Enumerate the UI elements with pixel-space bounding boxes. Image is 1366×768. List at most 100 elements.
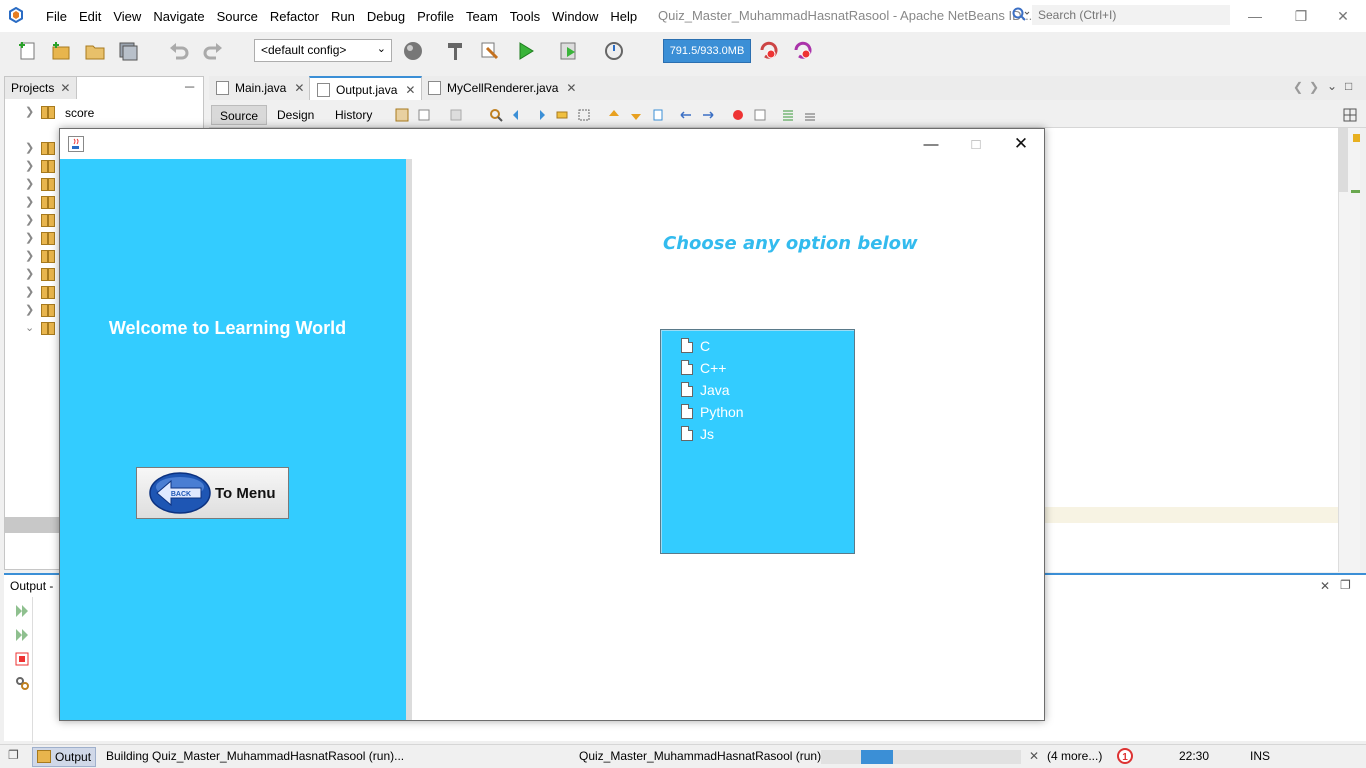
save-all-icon[interactable] bbox=[117, 40, 139, 62]
clean-build-icon[interactable] bbox=[479, 40, 501, 62]
tree-item[interactable]: ❯ score bbox=[5, 104, 205, 122]
next-bookmark-icon[interactable] bbox=[629, 108, 643, 122]
stop-icon[interactable] bbox=[14, 651, 30, 667]
svg-text:1: 1 bbox=[1122, 752, 1128, 763]
scroll-tabs-left-icon[interactable]: ❮ bbox=[1293, 80, 1303, 94]
language-list[interactable]: C C++ Java Python Js bbox=[660, 329, 855, 554]
scroll-tabs-right-icon[interactable]: ❯ bbox=[1309, 80, 1319, 94]
change-marker bbox=[1351, 190, 1360, 193]
close-icon[interactable]: ✕ bbox=[1320, 579, 1330, 593]
rect-select-icon[interactable] bbox=[577, 108, 591, 122]
forward-nav-icon[interactable] bbox=[449, 108, 463, 122]
split-editor-icon[interactable] bbox=[1343, 108, 1357, 122]
minimize-icon[interactable]: — bbox=[1232, 0, 1278, 32]
prev-bookmark-icon[interactable] bbox=[607, 108, 621, 122]
menu-window[interactable]: Window bbox=[546, 9, 604, 24]
shift-left-icon[interactable] bbox=[679, 108, 693, 122]
toggle-bookmark-icon[interactable] bbox=[651, 108, 665, 122]
editor-area[interactable] bbox=[1044, 128, 1338, 572]
tab-history[interactable]: History bbox=[327, 105, 380, 125]
config-select[interactable]: <default config> ⌄ bbox=[254, 39, 392, 62]
profiler-snapshot-icon[interactable] bbox=[792, 40, 814, 62]
find-icon[interactable] bbox=[489, 108, 503, 122]
toggle-highlight-icon[interactable] bbox=[555, 108, 569, 122]
record-macro-icon[interactable] bbox=[731, 108, 745, 122]
tab-source[interactable]: Source bbox=[211, 105, 268, 125]
package-icon bbox=[41, 196, 55, 209]
close-icon[interactable]: ✕ bbox=[294, 81, 304, 95]
tab-list-chevron-icon[interactable]: ⌄ bbox=[1327, 79, 1337, 93]
tab-design[interactable]: Design bbox=[269, 105, 322, 125]
browser-globe-icon[interactable] bbox=[402, 40, 424, 62]
shift-right-icon[interactable] bbox=[701, 108, 715, 122]
redo-icon[interactable] bbox=[202, 40, 224, 62]
editor-scrollbar[interactable] bbox=[1338, 128, 1360, 572]
error-notification-icon[interactable]: 1 bbox=[1116, 748, 1134, 766]
undo-icon[interactable] bbox=[168, 40, 190, 62]
warning-marker-icon bbox=[1353, 134, 1360, 142]
panel-scrollbar[interactable] bbox=[5, 517, 65, 533]
menu-refactor[interactable]: Refactor bbox=[264, 9, 325, 24]
memory-indicator[interactable]: 791.5/933.0MB bbox=[663, 39, 751, 63]
menu-profile[interactable]: Profile bbox=[411, 9, 460, 24]
cancel-task-icon[interactable]: ✕ bbox=[1029, 749, 1039, 763]
open-project-icon[interactable] bbox=[84, 40, 106, 62]
restore-panel-icon[interactable]: ❐ bbox=[1340, 578, 1351, 592]
output-tab-label[interactable]: Output - bbox=[10, 579, 53, 593]
status-output-button[interactable]: Output bbox=[32, 747, 97, 767]
profile-icon[interactable] bbox=[603, 40, 625, 62]
close-icon[interactable]: ✕ bbox=[405, 83, 415, 97]
comment-icon[interactable] bbox=[781, 108, 795, 122]
last-edit-icon[interactable] bbox=[395, 108, 409, 122]
tab-output-java[interactable]: Output.java ✕ bbox=[309, 76, 423, 100]
list-item-java[interactable]: Java bbox=[681, 381, 841, 401]
build-hammer-icon[interactable] bbox=[445, 40, 467, 62]
menu-run[interactable]: Run bbox=[325, 9, 361, 24]
rerun-icon[interactable] bbox=[14, 603, 30, 619]
menu-team[interactable]: Team bbox=[460, 9, 504, 24]
settings-icon[interactable] bbox=[14, 675, 30, 691]
restore-icon[interactable]: ❐ bbox=[1278, 0, 1324, 32]
rerun-different-icon[interactable] bbox=[14, 627, 30, 643]
close-icon[interactable]: ✕ bbox=[1320, 0, 1366, 32]
gc-icon[interactable] bbox=[758, 40, 780, 62]
to-menu-button[interactable]: BACK To Menu bbox=[136, 467, 289, 519]
new-file-icon[interactable] bbox=[17, 40, 39, 62]
menu-debug[interactable]: Debug bbox=[361, 9, 411, 24]
close-icon[interactable]: ✕ bbox=[60, 81, 70, 95]
tab-mycellrenderer-java[interactable]: MyCellRenderer.java ✕ bbox=[421, 76, 582, 100]
close-icon[interactable]: ✕ bbox=[566, 81, 576, 95]
menu-navigate[interactable]: Navigate bbox=[147, 9, 210, 24]
status-output-label: Output bbox=[55, 750, 92, 764]
projects-tab[interactable]: Projects ✕ bbox=[5, 77, 78, 99]
back-nav-icon[interactable] bbox=[417, 108, 431, 122]
progress-bar bbox=[821, 750, 1021, 764]
uncomment-icon[interactable] bbox=[803, 108, 817, 122]
list-item-python[interactable]: Python bbox=[681, 403, 841, 423]
stop-macro-icon[interactable] bbox=[753, 108, 767, 122]
notifications-icon[interactable]: ❐ bbox=[8, 748, 19, 762]
editor-scroll-thumb[interactable] bbox=[1338, 128, 1348, 192]
maximize-editor-icon[interactable]: □ bbox=[1345, 79, 1352, 93]
menu-tools[interactable]: Tools bbox=[504, 9, 546, 24]
more-tasks-link[interactable]: (4 more...) bbox=[1047, 749, 1102, 763]
new-project-icon[interactable] bbox=[50, 40, 72, 62]
debug-icon[interactable] bbox=[558, 40, 580, 62]
list-item-js[interactable]: Js bbox=[681, 425, 841, 445]
find-previous-icon[interactable] bbox=[511, 108, 525, 122]
menu-view[interactable]: View bbox=[107, 9, 147, 24]
minimize-icon[interactable]: — bbox=[908, 129, 954, 159]
menu-source[interactable]: Source bbox=[211, 9, 264, 24]
menu-edit[interactable]: Edit bbox=[73, 9, 107, 24]
run-icon[interactable] bbox=[515, 40, 537, 62]
tab-main-java[interactable]: Main.java ✕ bbox=[209, 76, 310, 100]
close-icon[interactable]: ✕ bbox=[998, 129, 1044, 159]
search-box[interactable] bbox=[1032, 5, 1230, 25]
search-input[interactable] bbox=[1038, 8, 1218, 22]
list-item-cpp[interactable]: C++ bbox=[681, 359, 841, 379]
minimize-panel-icon[interactable]: ─ bbox=[185, 79, 194, 94]
list-item-c[interactable]: C bbox=[681, 337, 841, 357]
menu-help[interactable]: Help bbox=[604, 9, 643, 24]
find-next-icon[interactable] bbox=[533, 108, 547, 122]
menu-file[interactable]: File bbox=[40, 9, 73, 24]
